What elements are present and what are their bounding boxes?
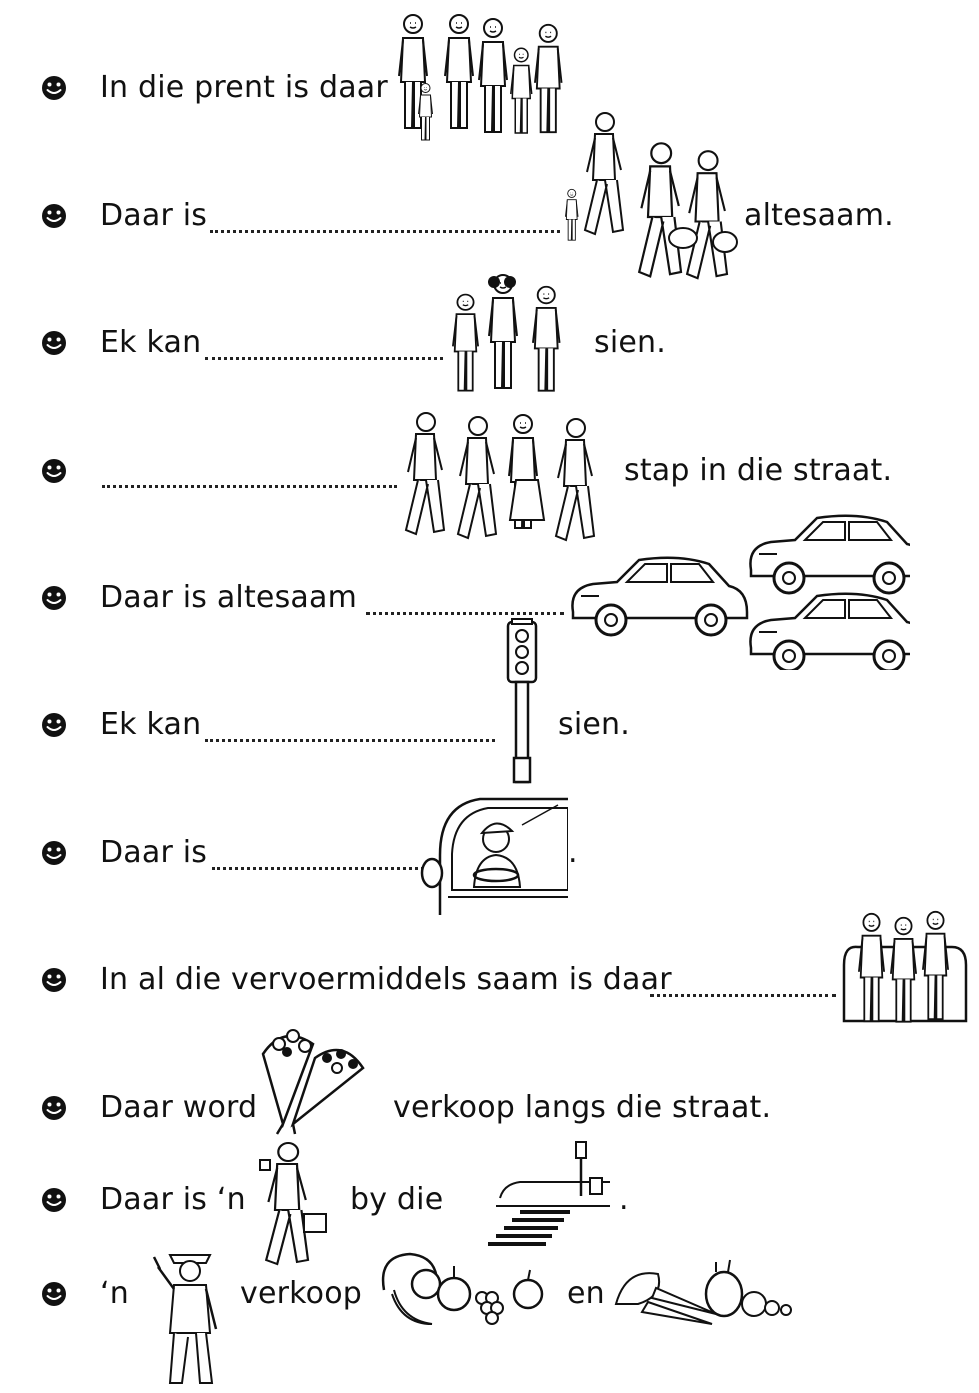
line-11-text-middle: verkoop [240,1276,363,1311]
smiley-bullet-icon [41,1281,67,1307]
line-2-text-before: Daar is [100,198,208,233]
smiley-bullet-icon [41,1187,67,1213]
line-6-text-before: Ek kan [100,707,202,742]
smiley-bullet-icon [41,967,67,993]
line-11-text-before: ‘n [100,1276,129,1311]
line-2-text-after: altesaam. [744,198,894,233]
answer-blank[interactable] [205,353,443,360]
line-2: Daar is altesaam. [0,186,979,246]
smiley-bullet-icon [41,75,67,101]
fruit-icon [381,1252,544,1325]
line-9-text-before: Daar word [100,1090,258,1125]
line-9-text-after: verkoop langs die straat. [393,1090,772,1125]
line-10-text-after: . [619,1182,629,1217]
line-7-text-after: . [568,835,578,870]
driver-in-car-icon [420,797,568,915]
line-11-text-after: en [567,1276,605,1311]
family-walking-with-shopping-icon [565,112,738,280]
line-9: Daar word verkoop langs die straat. [0,1078,979,1138]
line-7-text-before: Daar is [100,835,208,870]
answer-blank[interactable] [366,608,564,615]
smiley-bullet-icon [41,712,67,738]
answer-blank[interactable] [205,735,495,742]
line-3-text-before: Ek kan [100,325,202,360]
answer-blank[interactable] [212,863,424,870]
passengers-on-bench-icon [842,910,968,1023]
worksheet-page: In die prent is daar Daar is altesaam. E… [0,0,979,1393]
three-children-icon [451,274,561,392]
line-10-text-before: Daar is ‘n [100,1182,246,1217]
line-8: In al die vervoermiddels saam is daar [0,950,979,1010]
answer-blank[interactable] [210,226,560,233]
vendor-man-icon [152,1254,218,1384]
three-cars-icon [570,514,910,670]
traffic-light-icon [506,618,538,784]
line-10-text-middle: by die [350,1182,444,1217]
line-4-text-after: stap in die straat. [624,453,893,488]
vegetables-icon [614,1259,792,1325]
line-5-text-before: Daar is altesaam [100,580,357,615]
line-6: Ek kan sien. [0,695,979,755]
line-1-text: In die prent is daar [100,70,388,105]
smiley-bullet-icon [41,840,67,866]
smiley-bullet-icon [41,1095,67,1121]
smiley-bullet-icon [41,585,67,611]
line-3-text-after: sien. [594,325,666,360]
smiley-bullet-icon [41,458,67,484]
smiley-bullet-icon [41,330,67,356]
flower-bouquets-icon [261,1029,365,1135]
pedestrian-icon [259,1141,327,1266]
answer-blank[interactable] [650,990,836,997]
line-6-text-after: sien. [558,707,630,742]
family-of-seven-icon [398,14,563,141]
smiley-bullet-icon [41,203,67,229]
answer-blank[interactable] [102,481,397,488]
pedestrian-crossing-icon [488,1141,610,1246]
line-8-text-before: In al die vervoermiddels saam is daar [100,962,672,997]
